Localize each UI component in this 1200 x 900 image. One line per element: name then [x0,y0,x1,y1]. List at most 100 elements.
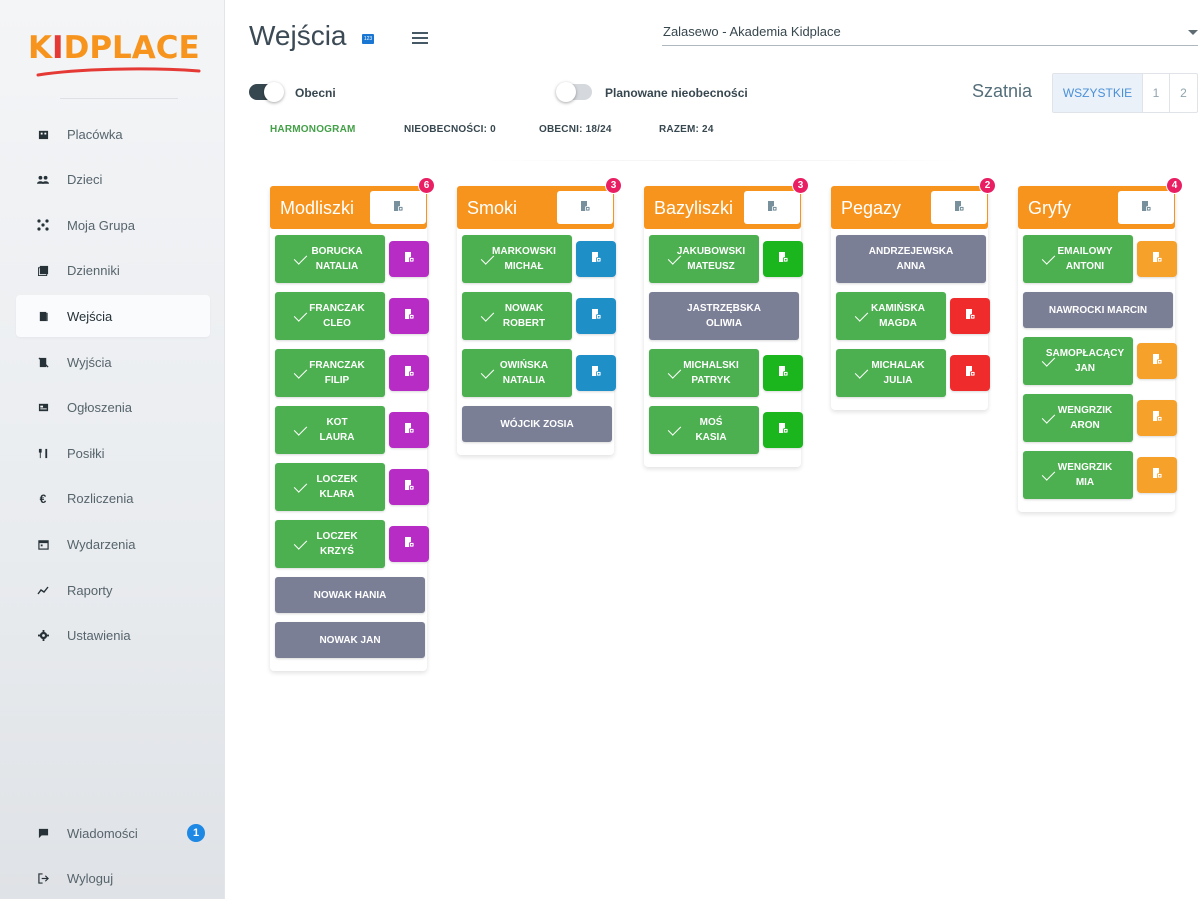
total-stat: RAZEM: 24 [659,124,714,135]
kid-exit-button[interactable] [1137,400,1177,436]
sidebar-item-raporty[interactable]: Raporty [16,569,210,611]
kid-present-button[interactable]: MICHALSKI PATRYK [649,349,759,397]
kid-absent-button[interactable]: NAWROCKI MARCIN [1023,292,1173,328]
door-icon [579,199,591,217]
obecni-label: Obecni [295,86,336,100]
sidebar-item-wydarzenia[interactable]: Wydarzenia [16,523,210,565]
sidebar-item-wyjscia[interactable]: Wyjścia [16,341,210,383]
kid-exit-button[interactable] [1137,457,1177,493]
sidebar-item-moja-grupa[interactable]: Moja Grupa [16,204,210,246]
hamburger-menu-icon[interactable] [412,32,428,44]
kid-exit-button[interactable] [576,298,616,334]
kid-present-button[interactable]: OWIŃSKA NATALIA [462,349,572,397]
kid-exit-button[interactable] [576,355,616,391]
kid-name: WÓJCIK ZOSIA [500,418,574,430]
kid-absent-button[interactable]: WÓJCIK ZOSIA [462,406,612,442]
kid-exit-button[interactable] [763,412,803,448]
kid-exit-button[interactable] [950,355,990,391]
group-card-smoki: Smoki 3 MARKOWSKI MICHAŁ NOWAK ROBERT OWIŃSKA N… [457,177,622,455]
kid-exit-button[interactable] [389,469,429,505]
sidebar-item-wejscia[interactable]: Wejścia [16,295,210,338]
door-icon [964,364,976,382]
szatnia-all-button[interactable]: WSZYSTKIE [1053,74,1143,112]
calendar-icon[interactable]: 123 [362,34,374,44]
kid-absent-button[interactable]: JASTRZĘBSKA OLIWIA [649,292,799,340]
check-icon [854,365,869,379]
sidebar-item-dzienniki[interactable]: Dzienniki [16,250,210,292]
kid-present-button[interactable]: BORUCKA NATALIA [275,235,385,283]
kid-row: SAMOPŁACĄCY JAN [1023,337,1177,385]
sidebar-item-label: Wyloguj [67,871,114,887]
kid-present-button[interactable]: KOT LAURA [275,406,385,454]
door-icon [1151,250,1163,268]
kid-exit-button[interactable] [763,241,803,277]
kid-exit-button[interactable] [389,241,429,277]
door-exit-icon [36,355,50,369]
obecni-toggle[interactable] [249,82,284,102]
harmonogram-link[interactable]: HARMONOGRAM [270,124,356,135]
sidebar-item-posilki[interactable]: Posiłki [16,432,210,474]
kid-exit-button[interactable] [1137,343,1177,379]
sidebar-item-label: Wejścia [67,308,113,324]
kid-exit-button[interactable] [389,526,429,562]
sidebar-item-wiadomosci[interactable]: Wiadomości 1 [16,812,210,854]
sidebar-item-placowka[interactable]: Placówka [16,113,210,155]
kid-present-button[interactable]: LOCZEK KRZYŚ [275,520,385,568]
szatnia-1-button[interactable]: 1 [1143,74,1170,112]
kid-exit-button[interactable] [389,298,429,334]
kid-absent-button[interactable]: ANDRZEJEWSKA ANNA [836,235,986,283]
kid-name: MOŚ KASIA [695,417,727,443]
kid-exit-button[interactable] [576,241,616,277]
sidebar-item-ustawienia[interactable]: Ustawienia [16,615,210,657]
sidebar-item-ogloszenia[interactable]: Ogłoszenia [16,387,210,429]
branch-select-value: Zalasewo - Akademia Kidplace [663,24,841,39]
group-icon [36,218,50,232]
group-count-badge: 3 [605,177,622,194]
group-name: Smoki [467,198,518,218]
kid-present-button[interactable]: FRANCZAK CLEO [275,292,385,340]
kid-exit-button[interactable] [1137,241,1177,277]
kid-exit-button[interactable] [389,355,429,391]
kid-present-button[interactable]: JAKUBOWSKI MATEUSZ [649,235,759,283]
door-icon [1151,466,1163,484]
group-entry-button[interactable] [370,191,426,224]
group-count-badge: 2 [979,177,996,194]
kid-present-button[interactable]: MOŚ KASIA [649,406,759,454]
kid-row: KAMIŃSKA MAGDA [836,292,990,340]
cutlery-icon [36,446,50,460]
szatnia-2-button[interactable]: 2 [1170,74,1197,112]
planned-absences-toggle[interactable] [556,82,592,102]
kid-present-button[interactable]: WENGRZIK ARON [1023,394,1133,442]
kid-absent-button[interactable]: NOWAK JAN [275,622,425,658]
kid-exit-button[interactable] [950,298,990,334]
kid-present-button[interactable]: MARKOWSKI MICHAŁ [462,235,572,283]
kid-present-button[interactable]: FRANCZAK FILIP [275,349,385,397]
kid-present-button[interactable]: MICHALAK JULIA [836,349,946,397]
sidebar-item-wyloguj[interactable]: Wyloguj [16,858,210,900]
sidebar-item-rozliczenia[interactable]: € Rozliczenia [16,478,210,520]
kid-exit-button[interactable] [763,355,803,391]
kid-exit-button[interactable] [389,412,429,448]
group-entry-button[interactable] [557,191,613,224]
branch-select[interactable]: Zalasewo - Akademia Kidplace [662,22,1198,46]
kid-present-button[interactable]: EMAILOWY ANTONI [1023,235,1133,283]
group-card-modliszki: Modliszki 6 BORUCKA NATALIA FRANCZAK CLEO FRAN… [270,177,435,671]
kid-present-button[interactable]: SAMOPŁACĄCY JAN [1023,337,1133,385]
kid-absent-button[interactable]: NOWAK HANIA [275,577,425,613]
kid-present-button[interactable]: NOWAK ROBERT [462,292,572,340]
kid-present-button[interactable]: KAMIŃSKA MAGDA [836,292,946,340]
sidebar-item-label: Ustawienia [67,628,131,644]
sidebar-item-dzieci[interactable]: Dzieci [16,159,210,201]
door-icon [777,364,789,382]
check-icon [293,308,308,322]
door-icon [1140,199,1152,217]
group-entry-button[interactable] [744,191,800,224]
kid-present-button[interactable]: WENGRZIK MIA [1023,451,1133,499]
group-entry-button[interactable] [931,191,987,224]
kid-present-button[interactable]: LOCZEK KLARA [275,463,385,511]
group-entry-button[interactable] [1118,191,1174,224]
kid-row: KOT LAURA [275,406,429,454]
kid-name: MICHALAK JULIA [871,360,925,386]
kidplace-logo[interactable]: KIDPLACE [28,22,201,80]
sidebar: KIDPLACE Placówka Dzieci Moja Grupa Dzienni… [0,0,225,899]
